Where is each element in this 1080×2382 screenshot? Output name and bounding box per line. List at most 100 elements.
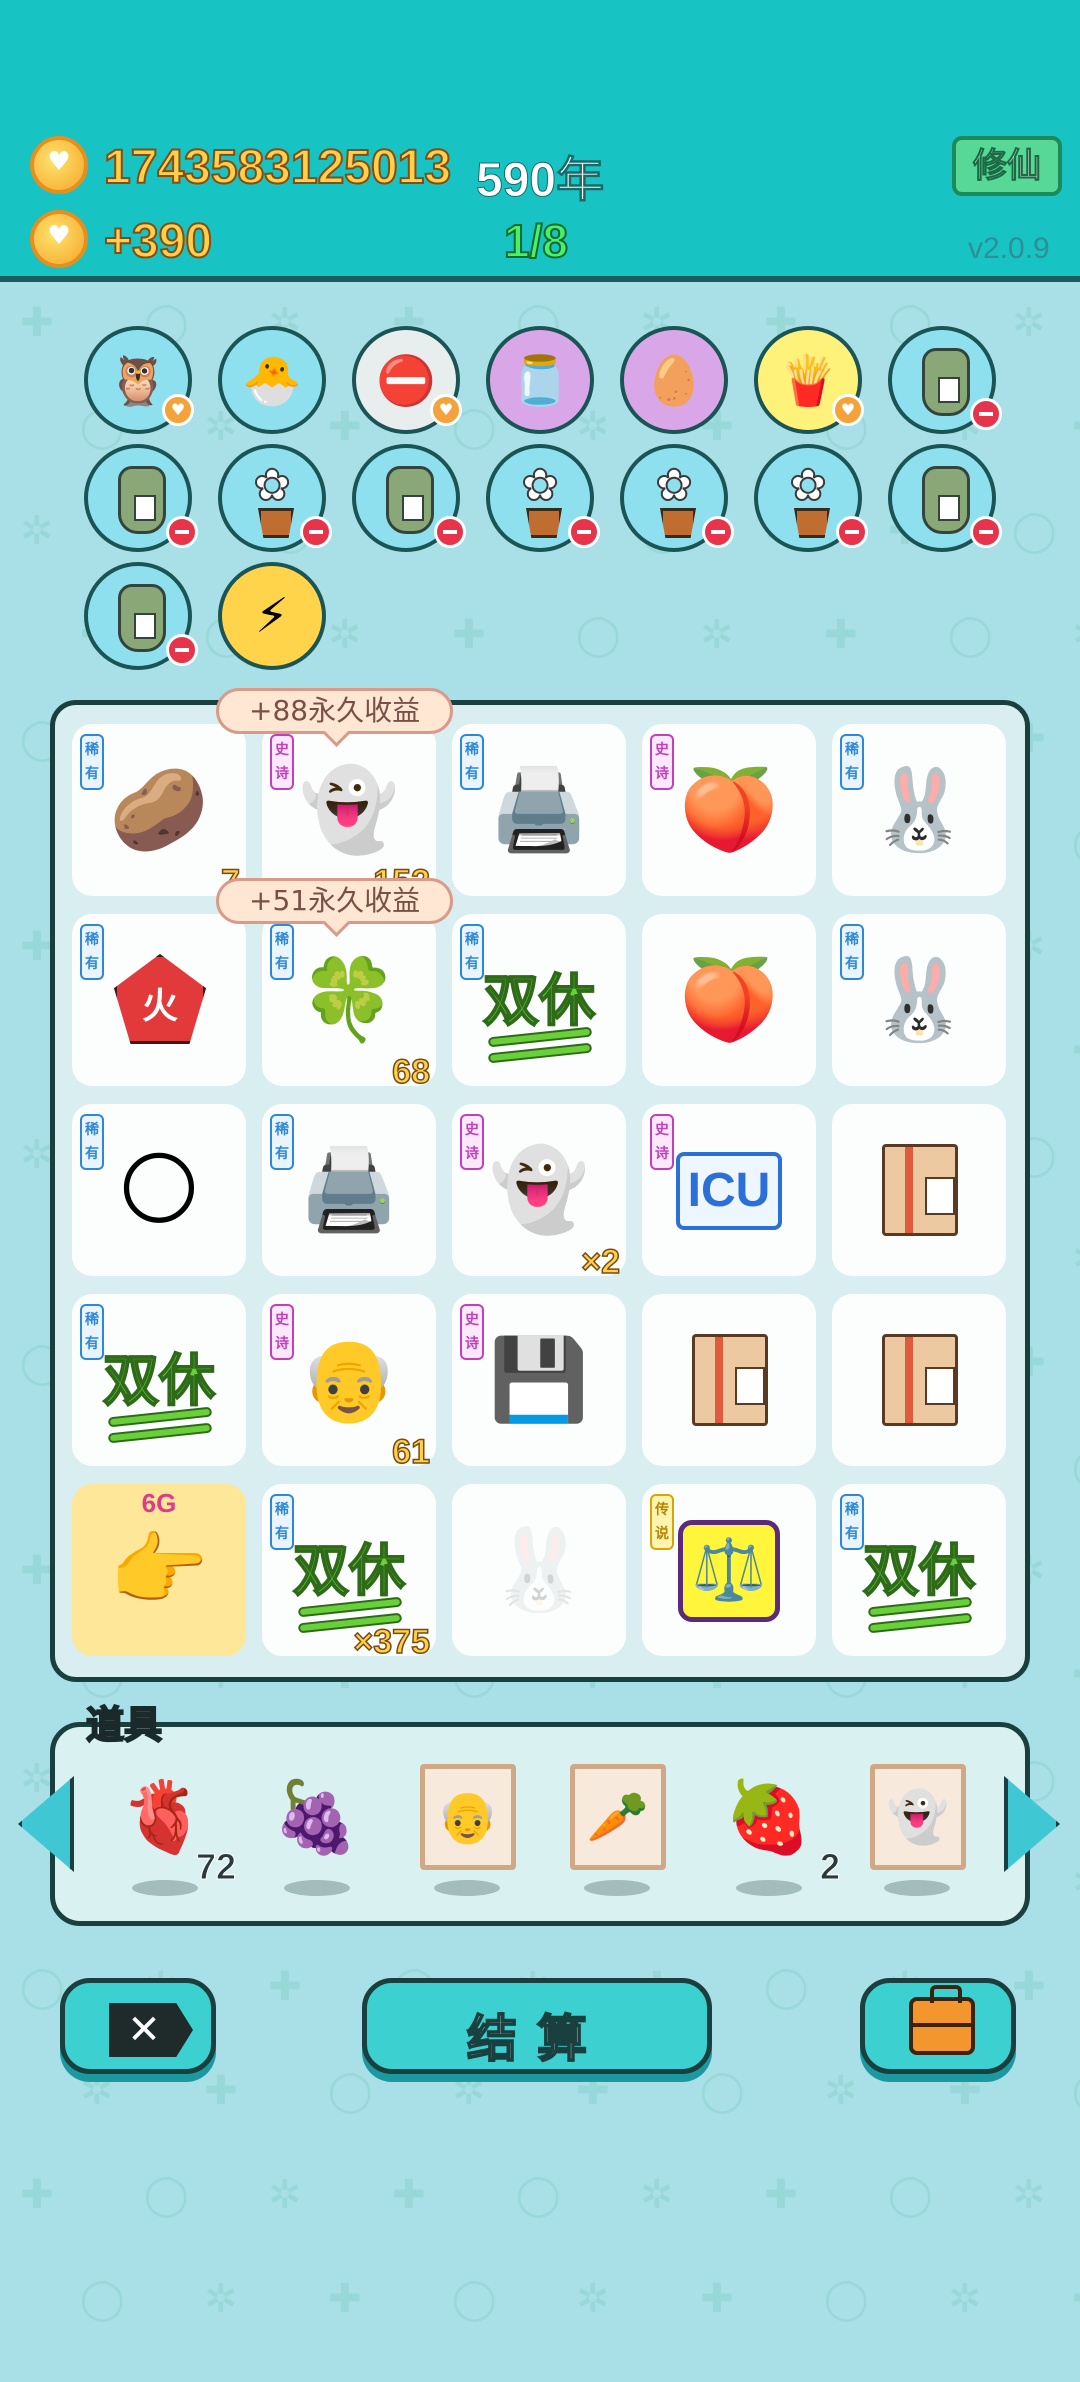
relic-sack-icon[interactable] [888,444,1002,552]
rarity-tag: 稀有 [840,734,864,790]
prop-item[interactable]: 🫀 72 [114,1762,237,1896]
item-count: 68 [391,1052,430,1092]
board-cell[interactable]: 🐰 [452,1484,626,1656]
remove-badge-icon[interactable] [970,398,1002,430]
relic-potted-flower-icon[interactable]: ✿ [754,444,868,552]
board-cell[interactable]: 双休 稀有 [72,1294,246,1466]
relic-lightning-coin-icon[interactable]: ⚡ [218,562,326,670]
relic-sack-icon[interactable] [352,444,466,552]
board-cell[interactable]: 🐰 稀有 [832,914,1006,1086]
board-cell[interactable]: 🖨️ 稀有 [452,724,626,896]
board-cell[interactable]: 🥔稀有7 [72,724,246,902]
relic-fries-icon[interactable]: 🍟 ♥ [754,326,864,434]
pattern-glyph: ✚ [20,2172,54,2218]
sack-icon [386,466,434,534]
board-cell[interactable]: 🐰 稀有 [832,724,1006,896]
board-cell[interactable]: 🍑 [642,914,816,1086]
relic-jar-icon[interactable]: 🫙 [486,326,594,434]
board-cell[interactable]: 🍑 史诗 [642,724,816,896]
pattern-glyph: ✲ [1072,1860,1080,1906]
pattern-glyph: ◯ [328,2068,373,2114]
relic-sack-icon[interactable] [888,326,1002,434]
rarity-tag: 史诗 [270,734,294,790]
remove-badge-icon[interactable] [568,516,600,548]
board-cell[interactable]: 双休 稀有 [832,1484,1006,1656]
remove-badge-icon[interactable] [702,516,734,548]
relic-owl-sunglasses-icon[interactable]: 🦉 ♥ [84,326,194,434]
pattern-glyph: ✚ [452,612,486,658]
inventory-button[interactable] [860,1978,1016,2074]
package-box-icon [882,1334,958,1426]
peach-icon: 🍑 [679,953,779,1046]
remove-badge-icon[interactable] [836,516,868,548]
relic-potted-flower-icon[interactable]: ✿ [486,444,600,552]
relic-no-entry-icon[interactable]: ⛔ ♥ [352,326,462,434]
prop-item[interactable]: 👻 [866,1762,966,1896]
pattern-glyph: ✚ [1072,404,1080,450]
discard-button[interactable]: ✕ [60,1978,216,2074]
rarity-tag: 稀有 [80,1114,104,1170]
xiuxian-button[interactable]: 修仙 [952,136,1062,196]
pattern-glyph: ✲ [20,508,54,554]
remove-badge-icon[interactable] [970,516,1002,548]
remove-badge-icon[interactable] [166,634,198,666]
pattern-glyph: ✲ [948,2276,982,2322]
board-cell[interactable] [832,1104,1006,1276]
board-cell[interactable]: 🌕 稀有 [72,1104,246,1276]
remove-badge-icon[interactable] [166,516,198,548]
board-cell[interactable]: ICU 史诗 [642,1104,816,1276]
board-cell[interactable] [642,1294,816,1466]
board-cell[interactable]: 火稀有 [72,914,246,1086]
rarity-tag: 稀有 [270,1114,294,1170]
relic-potted-flower-icon[interactable]: ✿ [620,444,734,552]
coin-icon [30,210,88,268]
pattern-glyph: ✚ [328,2276,362,2322]
relic-sack-icon[interactable] [84,444,198,552]
pattern-glyph: ◯ [1012,508,1057,554]
relic-sack-icon[interactable] [84,562,198,670]
pattern-glyph: ✚ [20,924,54,970]
pattern-glyph: ✲ [20,1756,54,1802]
board-cell[interactable]: 双休 稀有 ×375 [262,1484,436,1662]
remove-badge-icon[interactable] [434,516,466,548]
board-cell[interactable]: 💾 史诗 [452,1294,626,1466]
pattern-glyph: ✲ [576,2276,610,2322]
relic-chick-egg-icon[interactable]: 🐣 [218,326,326,434]
prop-count: 72 [195,1846,236,1888]
pattern-glyph: ✲ [700,612,734,658]
rarity-tag: 稀有 [840,1494,864,1550]
heart-badge-icon: ♥ [832,394,864,426]
relic-potted-flower-icon[interactable]: ✿ [218,444,332,552]
board-cell[interactable] [832,1294,1006,1466]
pot-icon [526,508,562,538]
board-cell[interactable]: 🍀 稀有 68 [262,914,436,1092]
item-count: ×375 [353,1622,431,1662]
prop-item[interactable]: 🍓 2 [718,1762,841,1896]
prop-item[interactable]: 🍇 [266,1762,366,1896]
prop-item[interactable]: 👴 [416,1762,516,1896]
board-cell[interactable]: 🖨️ 稀有 [262,1104,436,1276]
board-cell[interactable]: 👻 史诗 ×2 [452,1104,626,1282]
settle-button[interactable]: 结算 [362,1978,712,2074]
board-cell[interactable]: ⚖️ 传说 [642,1484,816,1656]
board-cell[interactable]: 👉 6G [72,1484,246,1656]
pattern-glyph: ✚ [392,2172,426,2218]
board-cell[interactable]: 👴 史诗 61 [262,1294,436,1472]
relic-cracked-egg-icon[interactable]: 🥚 [620,326,728,434]
remove-badge-icon[interactable] [300,516,332,548]
pattern-glyph: ✲ [328,612,362,658]
pattern-glyph: ◯ [516,2172,561,2218]
pattern-glyph: ✚ [948,2068,982,2114]
prop-item[interactable]: 🥕 [566,1762,666,1896]
heart-badge-icon: ♥ [430,394,462,426]
pattern-glyph: ✲ [1012,300,1046,346]
item-label: 6G [141,1488,177,1518]
board-cell[interactable]: 双休 稀有 [452,914,626,1086]
pattern-glyph: ◯ [1072,1444,1080,1490]
board-cell[interactable]: 👻史诗152 [262,724,436,902]
flower-icon: ✿ [655,459,694,512]
rarity-tag: 史诗 [270,1304,294,1360]
rarity-tag: 史诗 [650,1114,674,1170]
pattern-glyph: ✲ [1072,612,1080,658]
pattern-glyph: ◯ [576,612,621,658]
